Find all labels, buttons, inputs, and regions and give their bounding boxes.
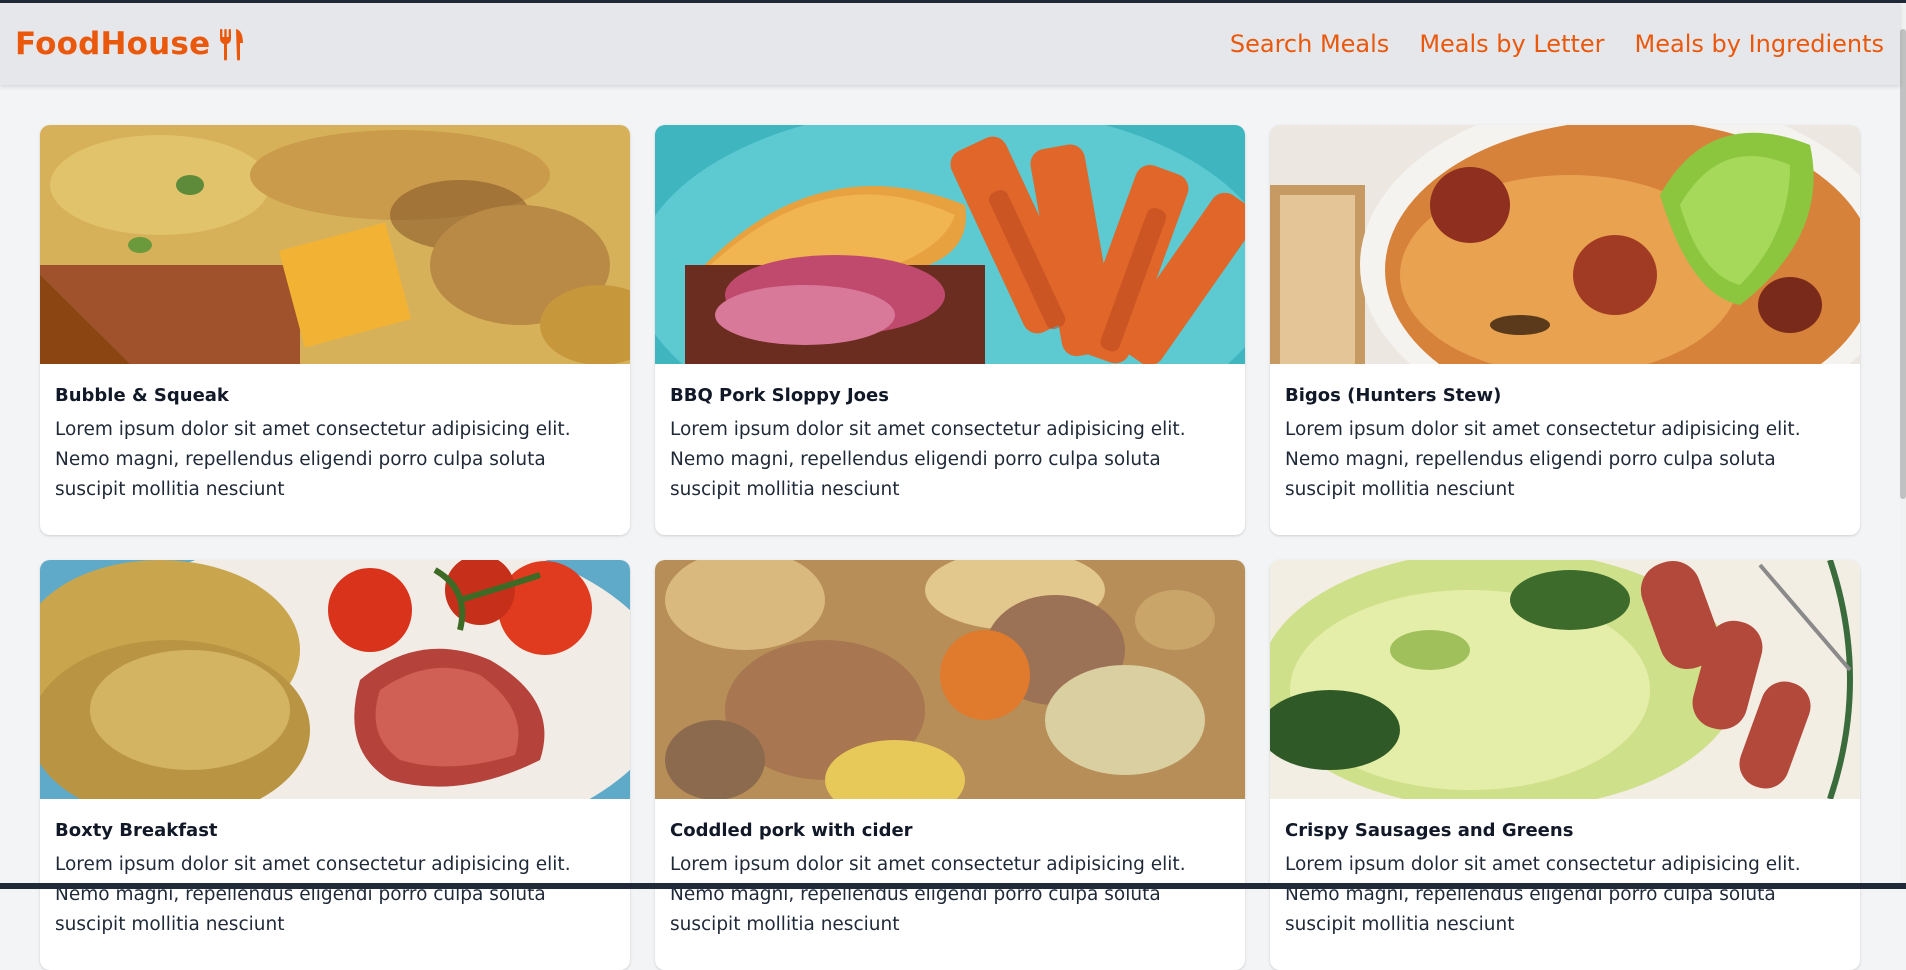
meals-grid: Bubble & Squeak Lorem ipsum dolor sit am… [40, 125, 1860, 970]
meal-card[interactable]: Coddled pork with cider Lorem ipsum dolo… [655, 560, 1245, 970]
meal-card[interactable]: Bubble & Squeak Lorem ipsum dolor sit am… [40, 125, 630, 535]
meal-description: Lorem ipsum dolor sit amet consectetur a… [55, 419, 571, 500]
meal-card[interactable]: Crispy Sausages and Greens Lorem ipsum d… [1270, 560, 1860, 970]
brand-logo[interactable]: FoodHouse [15, 26, 246, 62]
meal-title: Coddled pork with cider [670, 820, 913, 841]
meal-description: Lorem ipsum dolor sit amet consectetur a… [55, 854, 571, 935]
meal-title: Crispy Sausages and Greens [1285, 820, 1574, 841]
meal-title: BBQ Pork Sloppy Joes [670, 385, 889, 406]
meal-description: Lorem ipsum dolor sit amet consectetur a… [1285, 419, 1801, 500]
scrollbar-thumb[interactable] [1900, 29, 1906, 499]
meal-description: Lorem ipsum dolor sit amet consectetur a… [670, 854, 1186, 935]
meal-card[interactable]: BBQ Pork Sloppy Joes Lorem ipsum dolor s… [655, 125, 1245, 535]
top-navbar: FoodHouse Search Meals Meals by Letter M… [0, 3, 1900, 85]
meal-title: Bigos (Hunters Stew) [1285, 385, 1502, 406]
nav-search-meals[interactable]: Search Meals [1230, 30, 1389, 58]
brand-name: FoodHouse [15, 26, 211, 62]
nav-meals-by-letter[interactable]: Meals by Letter [1419, 30, 1604, 58]
meal-image[interactable] [1270, 560, 1860, 799]
fork-knife-icon [220, 29, 244, 61]
meal-description: Lorem ipsum dolor sit amet consectetur a… [670, 419, 1186, 500]
window-bottom-strip [0, 883, 1906, 889]
meal-image[interactable] [40, 125, 630, 364]
page-scrollbar[interactable] [1900, 3, 1906, 889]
nav-meals-by-ingredients[interactable]: Meals by Ingredients [1635, 30, 1884, 58]
meal-description: Lorem ipsum dolor sit amet consectetur a… [1285, 854, 1801, 935]
meal-title: Bubble & Squeak [55, 385, 229, 406]
meal-image[interactable] [655, 125, 1245, 364]
meal-card[interactable]: Boxty Breakfast Lorem ipsum dolor sit am… [40, 560, 630, 970]
meal-title: Boxty Breakfast [55, 820, 218, 841]
nav-links: Search Meals Meals by Letter Meals by In… [1230, 30, 1884, 58]
meal-image[interactable] [655, 560, 1245, 799]
meal-image[interactable] [40, 560, 630, 799]
meal-card[interactable]: Bigos (Hunters Stew) Lorem ipsum dolor s… [1270, 125, 1860, 535]
meal-image[interactable] [1270, 125, 1860, 364]
